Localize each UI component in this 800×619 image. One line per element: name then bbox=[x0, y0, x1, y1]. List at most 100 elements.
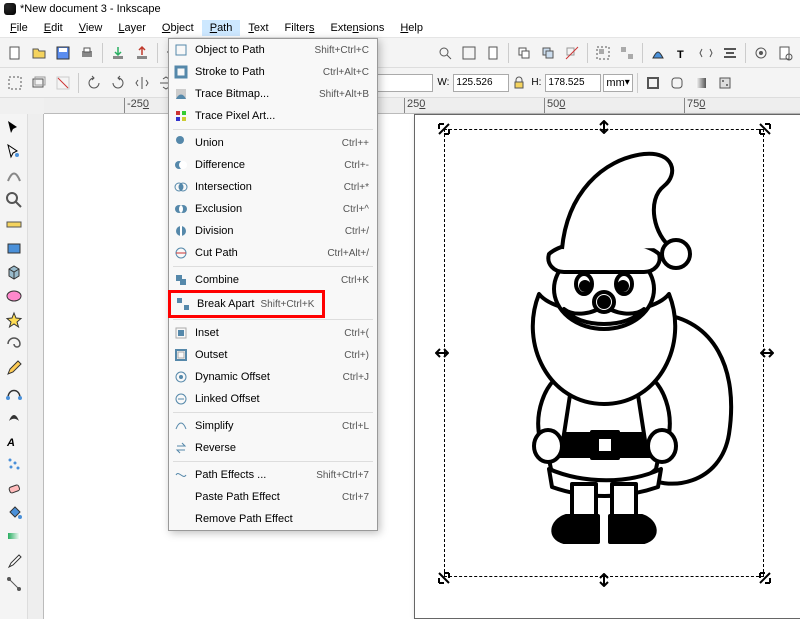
affect-pattern-button[interactable] bbox=[714, 72, 736, 94]
save-button[interactable] bbox=[52, 42, 74, 64]
simplify-icon bbox=[173, 418, 189, 434]
menu-item-division[interactable]: DivisionCtrl+/ bbox=[169, 220, 377, 242]
ungroup-button[interactable] bbox=[616, 42, 638, 64]
menu-edit[interactable]: Edit bbox=[36, 20, 71, 36]
zoom-page-button[interactable] bbox=[482, 42, 504, 64]
pencil-tool[interactable] bbox=[2, 356, 26, 380]
tweak-tool[interactable] bbox=[2, 164, 26, 188]
spiral-tool[interactable] bbox=[2, 332, 26, 356]
zoom-drawing-button[interactable] bbox=[458, 42, 480, 64]
menu-view[interactable]: View bbox=[71, 20, 111, 36]
menu-item-simplify[interactable]: SimplifyCtrl+L bbox=[169, 415, 377, 437]
menu-item-cut-path[interactable]: Cut PathCtrl+Alt+/ bbox=[169, 242, 377, 264]
scale-handle-ne[interactable] bbox=[758, 122, 772, 136]
affect-corners-button[interactable] bbox=[666, 72, 688, 94]
measure-tool[interactable] bbox=[2, 212, 26, 236]
gradient-tool[interactable] bbox=[2, 524, 26, 548]
flip-h-button[interactable] bbox=[131, 72, 153, 94]
print-button[interactable] bbox=[76, 42, 98, 64]
menu-item-trace-pixel-art[interactable]: Trace Pixel Art... bbox=[169, 105, 377, 127]
h-input[interactable] bbox=[545, 74, 601, 92]
text-button[interactable]: T bbox=[671, 42, 693, 64]
scale-handle-sw[interactable] bbox=[437, 571, 451, 585]
lock-icon[interactable] bbox=[511, 75, 527, 91]
align-button[interactable] bbox=[719, 42, 741, 64]
menu-item-trace-bitmap[interactable]: Trace Bitmap...Shift+Alt+B bbox=[169, 83, 377, 105]
menu-item-remove-path-effect[interactable]: Remove Path Effect bbox=[169, 508, 377, 530]
menu-text[interactable]: Text bbox=[240, 20, 276, 36]
node-tool[interactable] bbox=[2, 140, 26, 164]
affect-gradient-button[interactable] bbox=[690, 72, 712, 94]
menu-item-dynamic-offset[interactable]: Dynamic OffsetCtrl+J bbox=[169, 366, 377, 388]
selector-tool[interactable] bbox=[2, 116, 26, 140]
svg-text:A: A bbox=[6, 437, 15, 449]
menu-item-exclusion[interactable]: ExclusionCtrl+^ bbox=[169, 198, 377, 220]
rotate-ccw-button[interactable] bbox=[83, 72, 105, 94]
menu-item-difference[interactable]: DifferenceCtrl+- bbox=[169, 154, 377, 176]
import-button[interactable] bbox=[107, 42, 129, 64]
deselect-button[interactable] bbox=[52, 72, 74, 94]
menu-filters[interactable]: Filters bbox=[277, 20, 323, 36]
rotate-cw-button[interactable] bbox=[107, 72, 129, 94]
menu-item-object-to-path[interactable]: Object to PathShift+Ctrl+C bbox=[169, 39, 377, 61]
fill-stroke-button[interactable] bbox=[647, 42, 669, 64]
y-input[interactable] bbox=[377, 74, 433, 92]
select-all-button[interactable] bbox=[4, 72, 26, 94]
scale-handle-s[interactable] bbox=[597, 573, 611, 587]
calligraphy-tool[interactable] bbox=[2, 404, 26, 428]
menu-item-intersection[interactable]: IntersectionCtrl+* bbox=[169, 176, 377, 198]
connector-tool[interactable] bbox=[2, 572, 26, 596]
trace-bitmap-icon bbox=[173, 86, 189, 102]
export-button[interactable] bbox=[131, 42, 153, 64]
menu-item-reverse[interactable]: Reverse bbox=[169, 437, 377, 459]
3dbox-tool[interactable] bbox=[2, 260, 26, 284]
w-input[interactable] bbox=[453, 74, 509, 92]
menu-item-linked-offset[interactable]: Linked Offset bbox=[169, 388, 377, 410]
menu-item-outset[interactable]: OutsetCtrl+) bbox=[169, 344, 377, 366]
bezier-tool[interactable] bbox=[2, 380, 26, 404]
menu-item-union[interactable]: UnionCtrl++ bbox=[169, 132, 377, 154]
scale-handle-se[interactable] bbox=[758, 571, 772, 585]
affect-stroke-button[interactable] bbox=[642, 72, 664, 94]
preferences-button[interactable] bbox=[750, 42, 772, 64]
clone-button[interactable] bbox=[537, 42, 559, 64]
unit-selector[interactable]: mm ▾ bbox=[603, 74, 632, 92]
scale-handle-w[interactable] bbox=[435, 346, 449, 360]
bucket-tool[interactable] bbox=[2, 500, 26, 524]
zoom-tool[interactable] bbox=[2, 188, 26, 212]
dropper-tool[interactable] bbox=[2, 548, 26, 572]
select-all-layers-button[interactable] bbox=[28, 72, 50, 94]
menu-item-stroke-to-path[interactable]: Stroke to PathCtrl+Alt+C bbox=[169, 61, 377, 83]
text-tool[interactable]: A bbox=[2, 428, 26, 452]
scale-handle-e[interactable] bbox=[760, 346, 774, 360]
menu-item-inset[interactable]: InsetCtrl+( bbox=[169, 322, 377, 344]
eraser-tool[interactable] bbox=[2, 476, 26, 500]
doc-properties-button[interactable] bbox=[774, 42, 796, 64]
xml-editor-button[interactable] bbox=[695, 42, 717, 64]
menu-item-break-apart[interactable]: Break ApartShift+Ctrl+K bbox=[171, 293, 322, 315]
star-tool[interactable] bbox=[2, 308, 26, 332]
menu-object[interactable]: Object bbox=[154, 20, 202, 36]
menu-item-path-effects[interactable]: Path Effects ...Shift+Ctrl+7 bbox=[169, 464, 377, 486]
group-button[interactable] bbox=[592, 42, 614, 64]
rect-tool[interactable] bbox=[2, 236, 26, 260]
new-document-button[interactable] bbox=[4, 42, 26, 64]
unlink-clone-button[interactable] bbox=[561, 42, 583, 64]
menu-item-paste-path-effect[interactable]: Paste Path EffectCtrl+7 bbox=[169, 486, 377, 508]
canvas-area[interactable] bbox=[44, 114, 800, 619]
outset-icon bbox=[173, 347, 189, 363]
scale-handle-n[interactable] bbox=[597, 120, 611, 134]
duplicate-button[interactable] bbox=[513, 42, 535, 64]
h-label: H: bbox=[531, 77, 541, 88]
menu-extensions[interactable]: Extensions bbox=[323, 20, 393, 36]
menu-help[interactable]: Help bbox=[392, 20, 431, 36]
spray-tool[interactable] bbox=[2, 452, 26, 476]
menu-file[interactable]: File bbox=[2, 20, 36, 36]
menu-layer[interactable]: Layer bbox=[110, 20, 154, 36]
ellipse-tool[interactable] bbox=[2, 284, 26, 308]
zoom-selection-button[interactable] bbox=[434, 42, 456, 64]
menu-item-combine[interactable]: CombineCtrl+K bbox=[169, 269, 377, 291]
menu-path[interactable]: Path bbox=[202, 20, 241, 36]
scale-handle-nw[interactable] bbox=[437, 122, 451, 136]
open-button[interactable] bbox=[28, 42, 50, 64]
